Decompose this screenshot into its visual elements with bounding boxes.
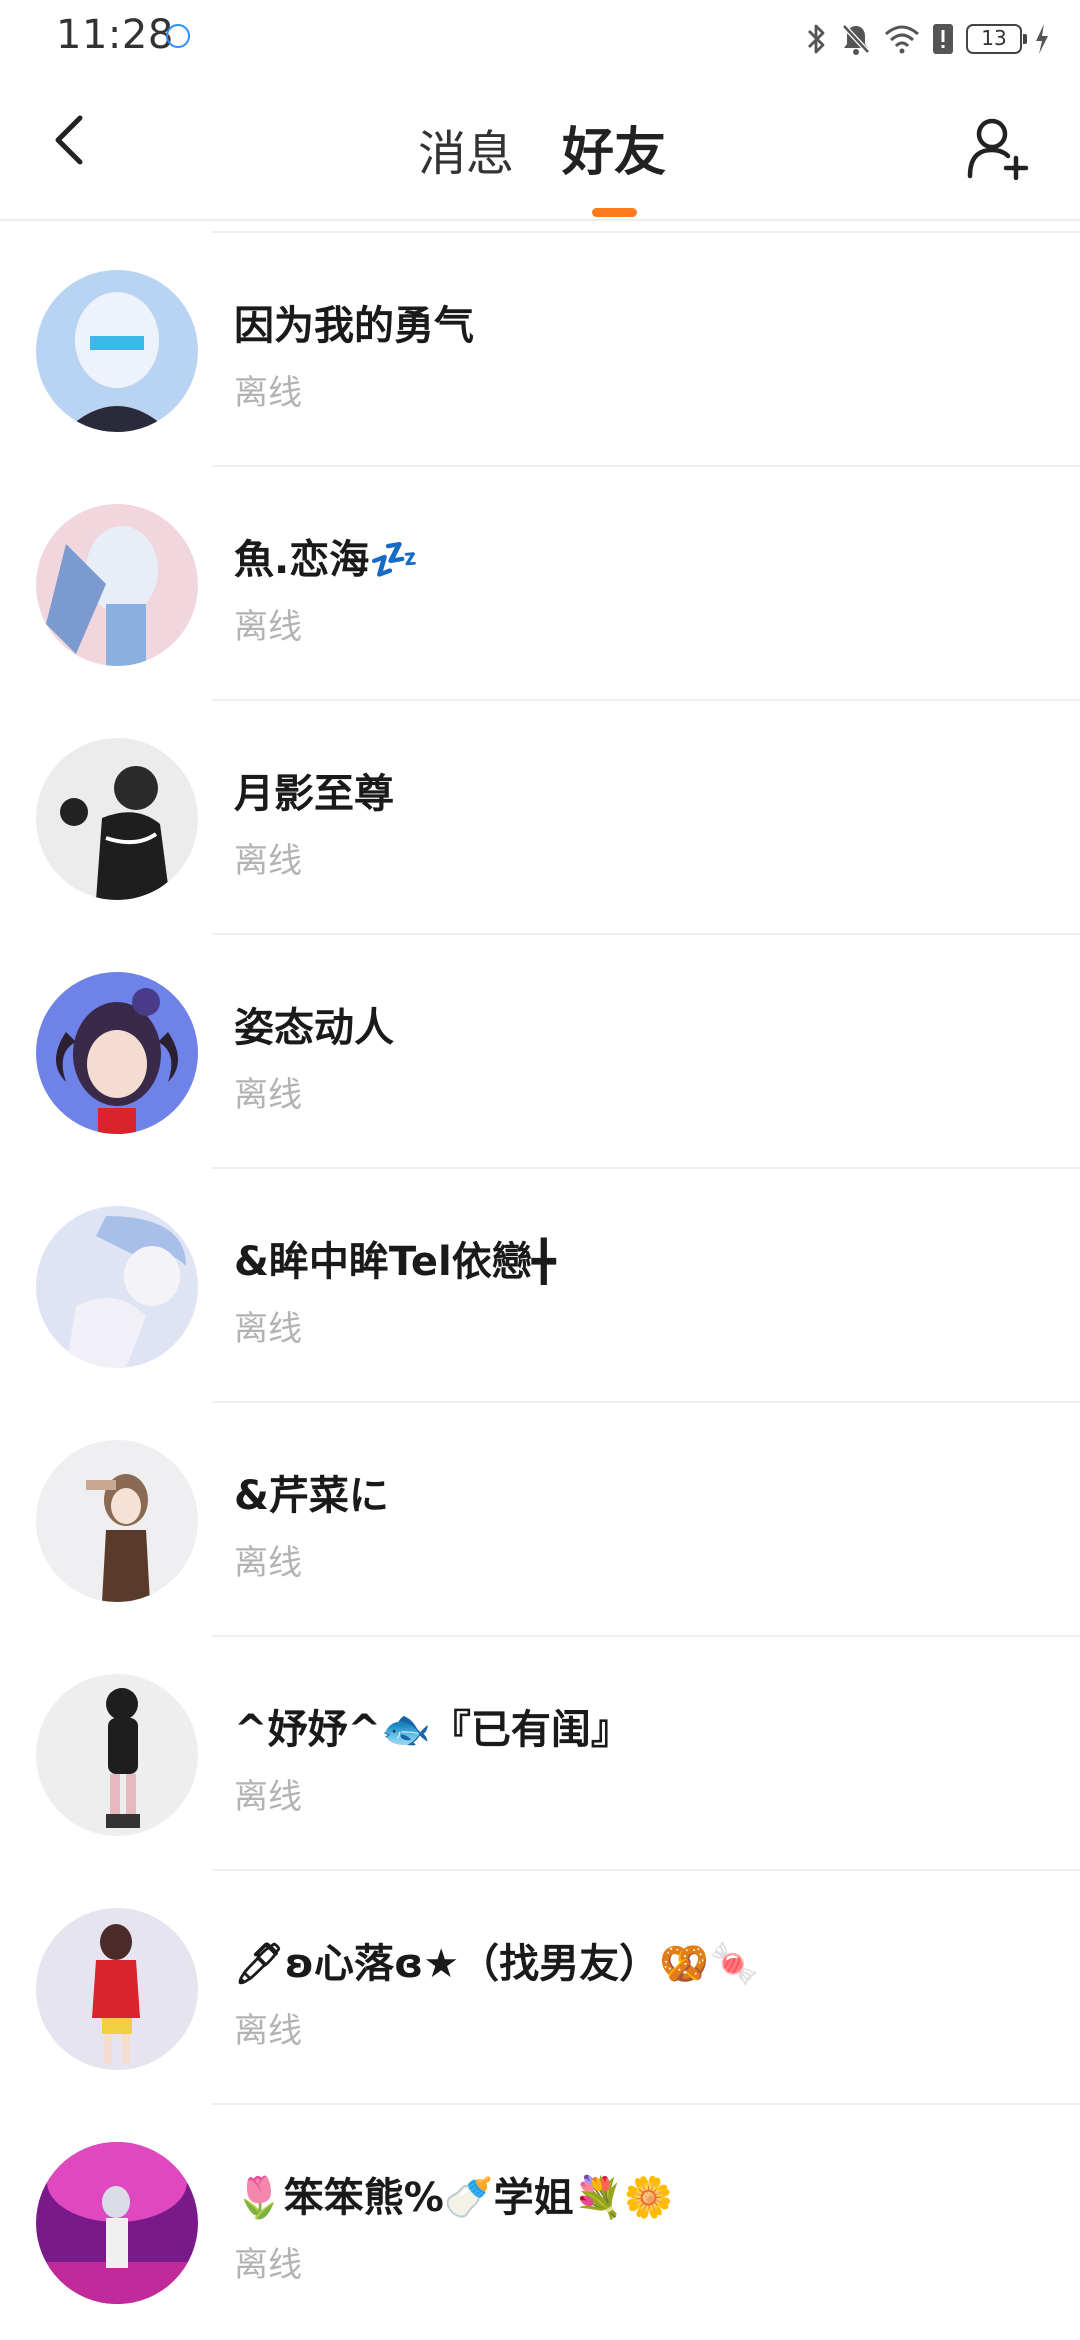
friend-list-item[interactable]: ^妤妤^🐟『已有闺』 离线 [0, 1637, 1080, 1871]
friend-list-item[interactable]: &眸中眸Tel依戀╋ 离线 [0, 1169, 1080, 1403]
friend-name: 因为我的勇气 [234, 303, 474, 349]
avatar[interactable] [36, 1908, 198, 2070]
friend-name: 姿态动人 [234, 1005, 394, 1051]
header-divider [0, 219, 1080, 221]
alert-icon [933, 24, 953, 54]
friend-name: &眸中眸Tel依戀╋ [234, 1239, 556, 1285]
charging-icon [1036, 24, 1048, 54]
avatar[interactable] [36, 1440, 198, 1602]
friend-list-item[interactable]: 姿态动人 离线 [0, 935, 1080, 1169]
add-user-icon [967, 118, 1029, 180]
friend-list: 因为我的勇气 离线 魚.恋海💤 离线 月影至尊 离线 姿态动人 离线 &眸中眸T… [0, 233, 1080, 2339]
tab-friends[interactable]: 好友 [562, 110, 666, 185]
bell-muted-icon [842, 24, 870, 55]
friend-list-item[interactable]: 魚.恋海💤 离线 [0, 467, 1080, 701]
avatar[interactable] [36, 1206, 198, 1368]
friend-status: 离线 [234, 373, 302, 413]
status-bar: 11:28 13 [0, 0, 1080, 78]
friend-status: 离线 [234, 1777, 302, 1817]
friend-name: 魚.恋海💤 [234, 537, 419, 583]
friend-status: 离线 [234, 607, 302, 647]
friend-status: 离线 [234, 2011, 302, 2051]
friend-list-item[interactable]: 月影至尊 离线 [0, 701, 1080, 935]
tab-messages[interactable]: 消息 [418, 114, 514, 184]
avatar[interactable] [36, 504, 198, 666]
header: 消息 好友 [0, 78, 1080, 220]
avatar[interactable] [36, 1674, 198, 1836]
avatar[interactable] [36, 270, 198, 432]
status-time: 11:28 [56, 12, 174, 58]
friend-status: 离线 [234, 2245, 302, 2285]
friend-name: 🌷笨笨熊%🍼学姐💐🌼 [234, 2175, 674, 2221]
status-icons: 13 [806, 18, 1050, 60]
friend-name: 月影至尊 [234, 771, 394, 817]
friend-name: ^妤妤^🐟『已有闺』 [234, 1707, 631, 1753]
avatar[interactable] [36, 738, 198, 900]
friend-list-item[interactable]: 🖊ʚ心落ɞ★（找男友）🥨🍬 离线 [0, 1871, 1080, 2105]
add-friend-button[interactable] [960, 110, 1036, 186]
tab-bar: 消息 好友 [0, 78, 1080, 220]
friend-name: 🖊ʚ心落ɞ★（找男友）🥨🍬 [234, 1941, 759, 1987]
friend-status: 离线 [234, 1543, 302, 1583]
friend-list-item[interactable]: 因为我的勇气 离线 [0, 233, 1080, 467]
avatar[interactable] [36, 2142, 198, 2304]
friend-list-item[interactable]: &芹菜に 离线 [0, 1403, 1080, 1637]
avatar[interactable] [36, 972, 198, 1134]
battery-indicator: 13 [966, 24, 1027, 54]
active-tab-indicator [592, 208, 637, 217]
friend-status: 离线 [234, 1075, 302, 1115]
friend-status: 离线 [234, 1309, 302, 1349]
ifly-icon [166, 24, 190, 48]
friend-status: 离线 [234, 841, 302, 881]
friend-name: &芹菜に [234, 1473, 389, 1519]
bluetooth-icon [808, 24, 825, 54]
wifi-icon [885, 25, 919, 54]
friend-list-item[interactable]: 🌷笨笨熊%🍼学姐💐🌼 离线 [0, 2105, 1080, 2339]
